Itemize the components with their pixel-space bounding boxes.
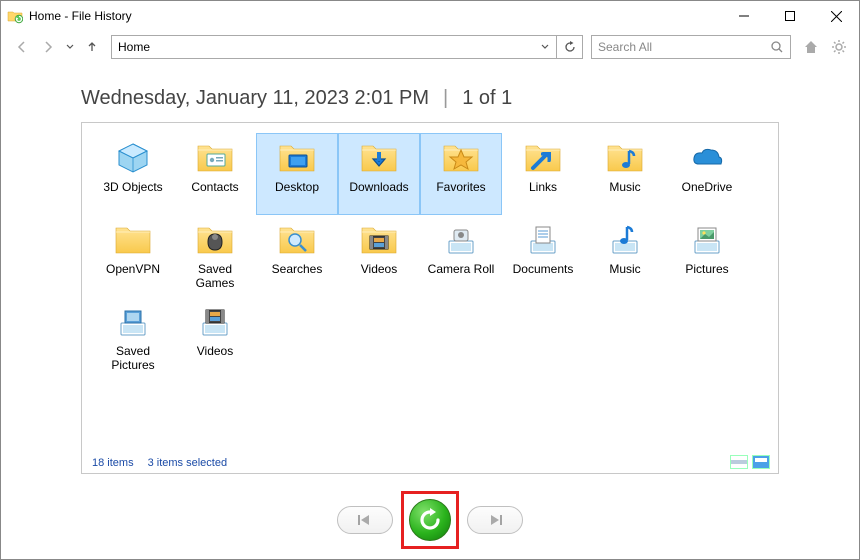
folder-item[interactable]: Saved Pictures [92,297,174,379]
back-button[interactable] [11,36,33,58]
searches-icon [276,220,318,260]
items-pane: 3D Objects Contacts Desktop Downloads Favori… [81,122,779,474]
folder-icon [112,220,154,260]
timestamp-heading: Wednesday, January 11, 2023 2:01 PM [81,87,429,110]
folder-item[interactable]: Documents [502,215,584,297]
videos2-icon [194,302,236,342]
next-version-button[interactable] [467,506,523,534]
restore-button[interactable] [409,499,451,541]
music-icon [604,138,646,178]
folder-item[interactable]: OpenVPN [92,215,174,297]
folder-item[interactable]: 3D Objects [92,133,174,215]
maximize-button[interactable] [767,1,813,31]
folder-item[interactable]: Videos [338,215,420,297]
folder-label: Searches [272,263,323,277]
folder-item[interactable]: Favorites [420,133,502,215]
home-icon[interactable] [801,37,821,57]
folder-label: Camera Roll [428,263,495,277]
search-placeholder: Search All [598,40,770,54]
folder-label: Pictures [685,263,728,277]
address-dropdown[interactable] [534,36,556,58]
savedpictures-icon [112,302,154,342]
cameraroll-icon [440,220,482,260]
status-selected: 3 items selected [148,457,227,469]
status-count: 18 items [92,457,134,469]
folder-label: Music [609,181,640,195]
app-icon [7,8,23,24]
savedgames-icon [194,220,236,260]
heading-separator: | [443,87,448,110]
position-heading: 1 of 1 [462,87,512,110]
folder-item[interactable]: Music [584,215,666,297]
search-icon [770,40,784,54]
folder-label: Links [529,181,557,195]
folder-label: Downloads [349,181,408,195]
folder-label: Saved Pictures [95,345,171,373]
folder-item[interactable]: Links [502,133,584,215]
videos-icon [358,220,400,260]
downloads-icon [358,138,400,178]
contact-icon [194,138,236,178]
desktop-icon [276,138,318,178]
folder-item[interactable]: Music [584,133,666,215]
refresh-button[interactable] [556,36,582,58]
documents-icon [522,220,564,260]
links-icon [522,138,564,178]
history-dropdown[interactable] [63,36,77,58]
pictures-icon [686,220,728,260]
folder-item[interactable]: Contacts [174,133,256,215]
folder-item[interactable]: Videos [174,297,256,379]
window-title: Home - File History [29,9,132,23]
folder-label: Music [609,263,640,277]
folder-label: Saved Games [177,263,253,291]
music2-icon [604,220,646,260]
forward-button[interactable] [37,36,59,58]
settings-icon[interactable] [829,37,849,57]
folder-label: OpenVPN [106,263,160,277]
folder-item[interactable]: Camera Roll [420,215,502,297]
folder-item[interactable]: Saved Games [174,215,256,297]
folder-item[interactable]: Downloads [338,133,420,215]
onedrive-icon [686,138,728,178]
folder-label: 3D Objects [103,181,162,195]
folder-item[interactable]: Searches [256,215,338,297]
view-details-button[interactable] [730,455,748,469]
restore-highlight [401,491,459,549]
up-button[interactable] [81,36,103,58]
folder-label: OneDrive [682,181,733,195]
search-input[interactable]: Search All [591,35,791,59]
view-icons-button[interactable] [752,455,770,469]
address-bar[interactable]: Home [112,36,534,58]
folder-label: Favorites [436,181,485,195]
folder-label: Videos [361,263,397,277]
folder-label: Contacts [191,181,238,195]
folder-label: Desktop [275,181,319,195]
previous-version-button[interactable] [337,506,393,534]
cube3d-icon [112,138,154,178]
folder-item[interactable]: Desktop [256,133,338,215]
favorites-icon [440,138,482,178]
minimize-button[interactable] [721,1,767,31]
folder-item[interactable]: OneDrive [666,133,748,215]
folder-item[interactable]: Pictures [666,215,748,297]
folder-label: Documents [513,263,574,277]
close-button[interactable] [813,1,859,31]
folder-label: Videos [197,345,233,359]
